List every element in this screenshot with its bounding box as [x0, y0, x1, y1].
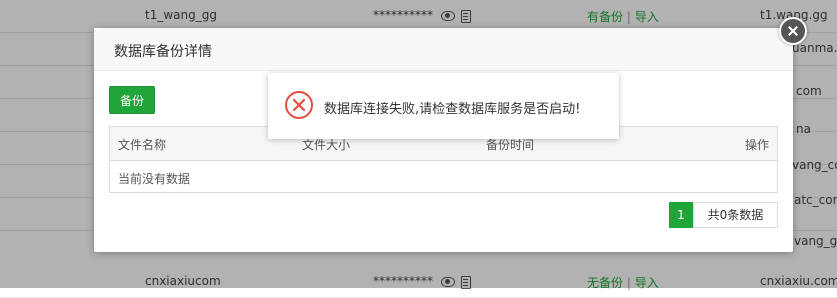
modal-title: 数据库备份详情: [114, 44, 212, 60]
backup-details-modal: 数据库备份详情 备份 文件名称 文件大小 备份时间 操作 当前没有数据 1 共0…: [94, 28, 793, 252]
empty-message: 当前没有数据: [118, 172, 191, 186]
column-header-filename: 文件名称: [118, 138, 167, 152]
backup-button[interactable]: 备份: [109, 86, 155, 114]
page-number-button[interactable]: 1: [669, 202, 693, 228]
toast-message: 数据库连接失败,请检查数据库服务是否启动!: [324, 102, 581, 117]
close-icon[interactable]: [779, 17, 807, 45]
modal-header: 数据库备份详情: [94, 28, 793, 71]
error-toast: 数据库连接失败,请检查数据库服务是否启动!: [268, 73, 619, 139]
total-count: 共0条数据: [693, 202, 778, 228]
column-header-actions: 操作: [745, 138, 770, 152]
error-circle-icon: [285, 91, 313, 119]
